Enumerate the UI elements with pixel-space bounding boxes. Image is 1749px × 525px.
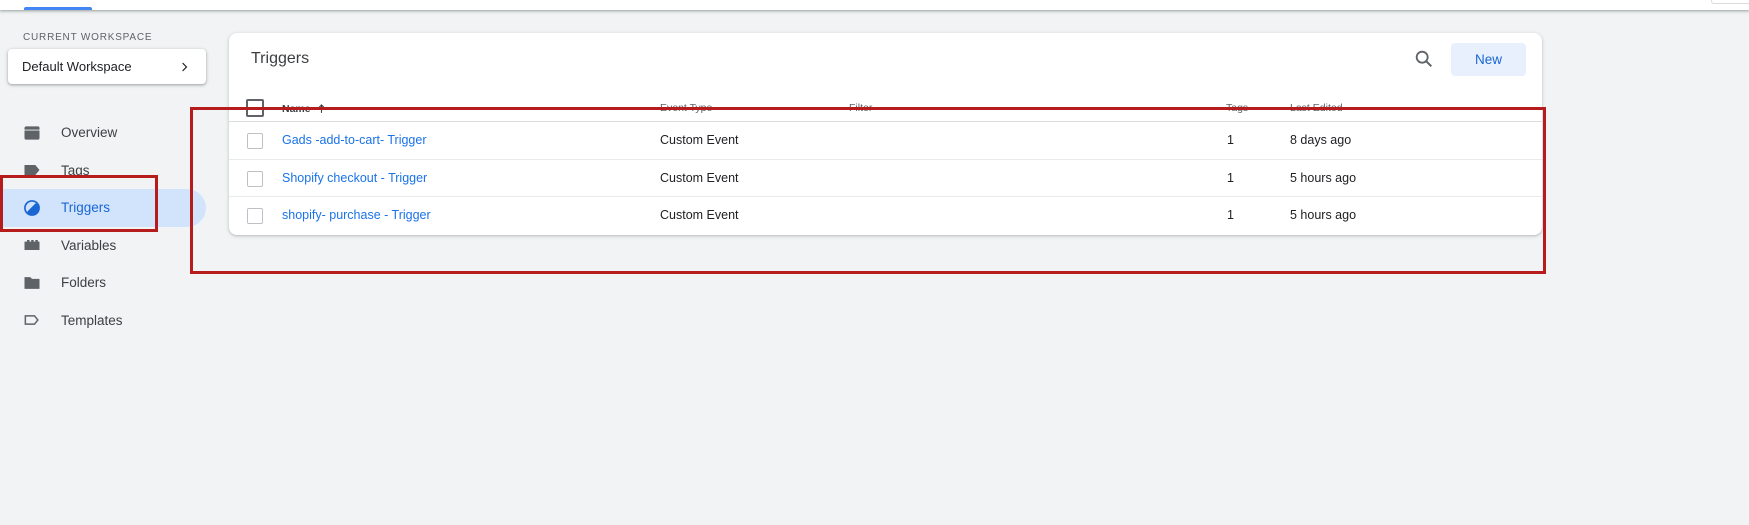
folder-icon [22, 273, 42, 293]
sidebar-item-overview[interactable]: Overview [0, 114, 210, 152]
template-icon [22, 310, 42, 330]
trigger-name-link[interactable]: shopify- purchase - Trigger [282, 208, 431, 222]
sidebar-item-tags[interactable]: Tags [0, 152, 210, 190]
sidebar-item-variables[interactable]: Variables [0, 227, 210, 265]
tags-count-cell: 1 [1227, 208, 1234, 222]
last-edited-cell: 5 hours ago [1290, 170, 1357, 185]
column-header-filter[interactable]: Filter [849, 102, 872, 114]
sidebar-item-templates[interactable]: Templates [0, 302, 210, 340]
select-all-checkbox[interactable] [246, 99, 264, 117]
current-workspace-label: CURRENT WORKSPACE [23, 32, 153, 43]
chevron-right-icon [182, 62, 188, 71]
overview-icon [22, 123, 42, 143]
column-header-tags[interactable]: Tags [1226, 102, 1248, 114]
table-row[interactable]: Gads -add-to-cart- Trigger Custom Event … [229, 122, 1542, 160]
sidebar-item-triggers[interactable]: Triggers [0, 189, 206, 227]
event-type-cell: Custom Event [660, 170, 739, 185]
event-type-cell: Custom Event [660, 133, 739, 147]
last-edited-cell: 8 days ago [1290, 133, 1352, 147]
variables-icon [22, 235, 42, 255]
page-title: Triggers [251, 50, 310, 67]
new-trigger-button[interactable]: New [1451, 43, 1526, 76]
workspace-selector[interactable]: Default Workspace [8, 49, 206, 84]
row-checkbox[interactable] [247, 133, 263, 149]
sidebar-item-label: Templates [61, 312, 123, 328]
row-checkbox[interactable] [247, 208, 263, 224]
column-header-name[interactable]: Name [282, 102, 328, 115]
last-edited-cell: 5 hours ago [1290, 208, 1357, 222]
sidebar-item-label: Tags [61, 162, 90, 178]
arrow-up-icon [317, 104, 325, 113]
sidebar-item-folders[interactable]: Folders [0, 264, 210, 302]
table-header: Name Event Type Filter Tags Last Edited [229, 89, 1542, 122]
table-row[interactable]: Shopify checkout - Trigger Custom Event … [229, 160, 1542, 197]
tag-icon [22, 160, 42, 180]
search-icon [1415, 50, 1433, 68]
event-type-cell: Custom Event [660, 208, 739, 222]
sidebar-item-label: Variables [61, 237, 117, 253]
tags-count-cell: 1 [1227, 133, 1234, 147]
workspace-name: Default Workspace [22, 59, 132, 74]
top-right-control[interactable] [1711, 0, 1749, 4]
row-checkbox[interactable] [247, 170, 263, 187]
trigger-icon [22, 198, 42, 218]
column-header-last-edited[interactable]: Last Edited [1290, 102, 1343, 114]
sidebar-nav: Overview Tags Triggers Variables Folders… [0, 114, 210, 339]
sidebar-item-label: Overview [61, 125, 118, 141]
trigger-name-link[interactable]: Gads -add-to-cart- Trigger [282, 133, 427, 147]
triggers-card: Triggers New Name Event Type Filter Tags… [229, 33, 1542, 235]
column-header-event-type[interactable]: Event Type [660, 102, 712, 114]
table-row[interactable]: shopify- purchase - Trigger Custom Event… [229, 197, 1542, 235]
top-app-bar [0, 0, 1749, 10]
active-tab-indicator [24, 7, 92, 10]
tags-count-cell: 1 [1227, 170, 1234, 185]
trigger-name-link[interactable]: Shopify checkout - Trigger [282, 171, 427, 185]
sidebar-item-label: Triggers [61, 200, 111, 216]
search-button[interactable] [1412, 47, 1436, 71]
sidebar-item-label: Folders [61, 275, 107, 291]
